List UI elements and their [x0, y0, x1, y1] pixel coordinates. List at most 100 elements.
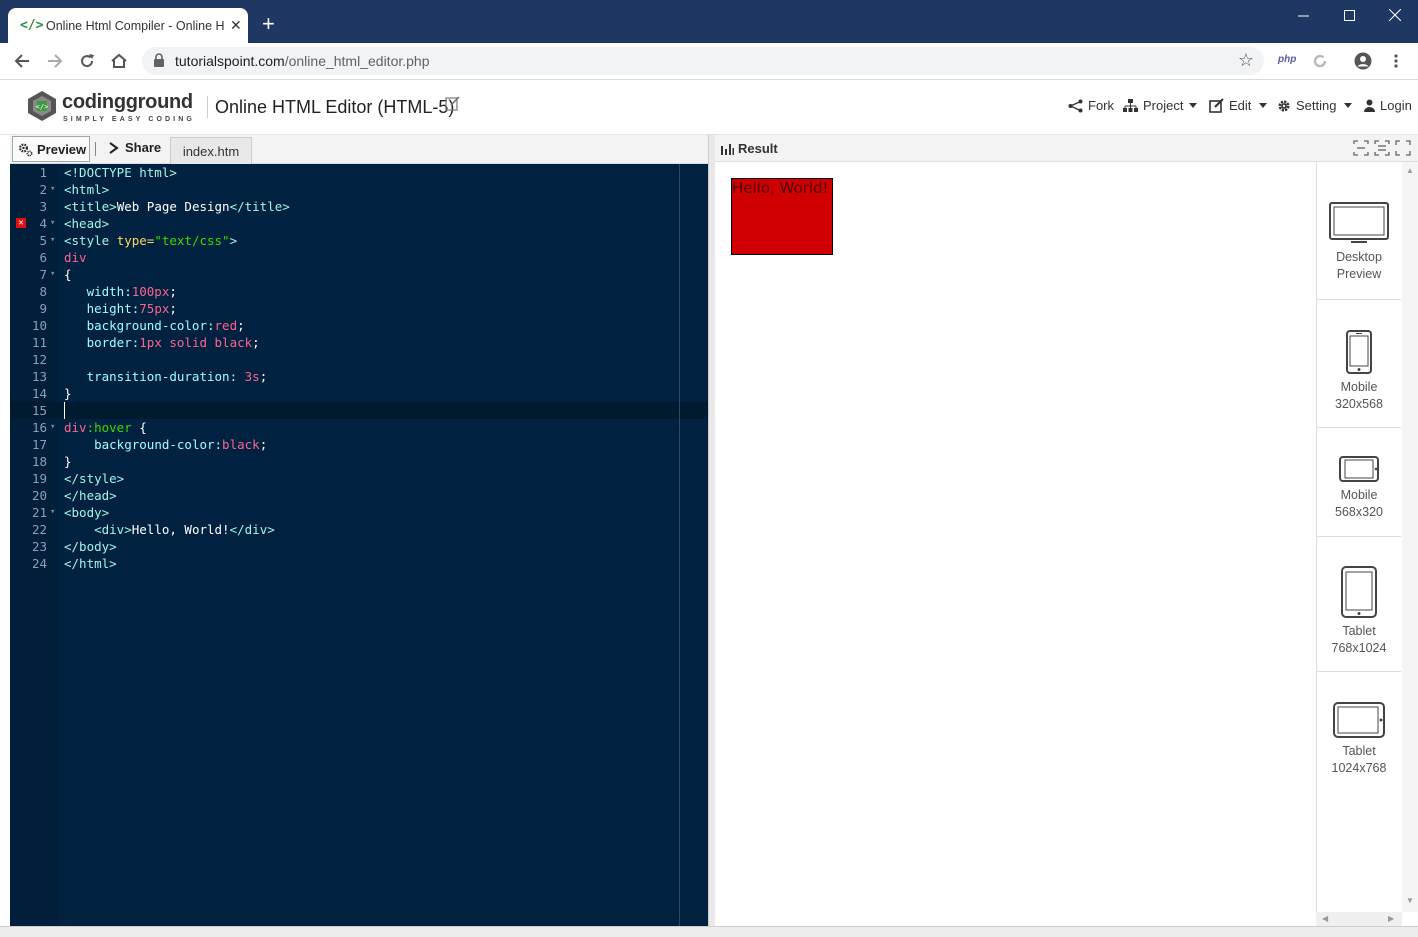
code-line: <body> [10, 504, 708, 521]
code-token: </title> [229, 199, 290, 214]
back-arrow-icon[interactable] [10, 49, 34, 73]
device-sublabel: Preview [1336, 267, 1382, 281]
preview-label: Preview [37, 141, 87, 157]
edit-label: Edit [1229, 98, 1252, 113]
fork-button[interactable]: Fork [1068, 98, 1114, 113]
window-bottom-edge [0, 926, 1418, 937]
code-token: ; [252, 335, 260, 350]
code-line: </style> [10, 470, 708, 487]
close-window-icon[interactable] [1372, 0, 1418, 30]
edit-title-icon[interactable] [445, 95, 461, 111]
device-mobile-portrait[interactable]: Mobile 320x568 [1317, 330, 1401, 413]
vertical-scrollbar[interactable]: ▲ ▼ [1402, 162, 1418, 912]
bookmark-star-icon[interactable]: ☆ [1238, 50, 1254, 71]
caret-down-icon [1344, 103, 1353, 108]
file-tab-index[interactable]: index.htm [170, 137, 252, 164]
code-line: <title>Web Page Design</title> [10, 198, 708, 215]
code-line: transition-duration: 3s; [10, 368, 708, 385]
browser-titlebar: </> Online Html Compiler - Online H ✕ + [0, 0, 1418, 43]
code-token: <title> [64, 199, 117, 214]
minimize-icon[interactable] [1280, 0, 1326, 30]
maximize-icon[interactable] [1326, 0, 1372, 30]
login-button[interactable]: Login [1364, 98, 1412, 113]
device-mobile-landscape[interactable]: Mobile 568x320 [1317, 456, 1401, 521]
horizontal-scrollbar[interactable]: ◀ ▶ [1316, 912, 1402, 926]
browser-menu-icon[interactable] [1384, 49, 1408, 73]
code-line: border:1px solid black; [10, 334, 708, 351]
device-tablet-portrait[interactable]: Tablet 768x1024 [1317, 566, 1401, 657]
url-input[interactable]: tutorialspoint.com/online_html_editor.ph… [142, 47, 1264, 75]
code-line: div:hover { [10, 419, 708, 436]
code-token: border: [86, 335, 140, 350]
code-favicon-icon: </> [20, 18, 44, 33]
collapse-vertical-icon[interactable] [1374, 140, 1390, 156]
collapse-horizontal-icon[interactable] [1353, 140, 1369, 156]
device-divider [1317, 427, 1401, 428]
code-token: ; [169, 284, 177, 299]
result-heading: Result [721, 141, 778, 156]
new-tab-icon[interactable]: + [262, 13, 275, 35]
code-token: ; [259, 369, 268, 384]
share-button[interactable]: Share [108, 140, 161, 155]
setting-menu[interactable]: Setting [1277, 98, 1353, 113]
code-token: red [214, 318, 238, 333]
code-token: </div> [229, 522, 275, 537]
code-token: <head> [64, 216, 110, 231]
device-label: Mobile [1340, 488, 1378, 502]
code-token: Hello, World! [131, 522, 230, 537]
code-token: 1px solid black [139, 335, 253, 350]
line-number: 12 [31, 352, 47, 367]
code-token: </head> [64, 488, 117, 503]
user-icon [1364, 99, 1375, 112]
forward-arrow-icon[interactable] [43, 49, 67, 73]
php-extension-icon[interactable]: php [1278, 54, 1296, 65]
code-token: { [131, 420, 147, 435]
device-sublabel: 1024x768 [1331, 761, 1387, 775]
device-sidebar: Desktop Preview Mobile 320x568 Mobile 56… [1316, 162, 1403, 912]
home-icon[interactable] [107, 49, 131, 73]
edit-menu[interactable]: Edit [1209, 98, 1268, 113]
scroll-right-arrow-icon[interactable]: ▶ [1388, 914, 1394, 923]
url-text: tutorialspoint.com/online_html_editor.ph… [175, 53, 430, 69]
code-token: } [64, 454, 72, 469]
code-token: <!DOCTYPE html> [64, 165, 177, 180]
code-token: ; [169, 301, 177, 316]
extension-refresh-icon[interactable] [1308, 49, 1332, 73]
scroll-down-arrow-icon[interactable]: ▼ [1406, 896, 1414, 905]
project-label: Project [1143, 98, 1184, 113]
logo-cube-icon: </> [28, 91, 56, 121]
device-tablet-landscape[interactable]: Tablet 1024x768 [1317, 702, 1401, 777]
device-label: Tablet [1342, 624, 1376, 638]
caret-down-icon [1189, 103, 1198, 108]
code-token: 3s [244, 369, 260, 384]
code-line: <html> [10, 181, 708, 198]
code-token: height: [86, 301, 140, 316]
code-token: 100px [131, 284, 170, 299]
code-line: <style type="text/css"> [10, 232, 708, 249]
device-label: Desktop [1336, 250, 1382, 264]
caret-down-icon [1259, 103, 1268, 108]
hello-world-box[interactable]: Hello, World! [731, 178, 833, 255]
gutter-row: 12 [10, 351, 708, 368]
code-token: "text/css" [154, 233, 230, 248]
code-token: > [229, 233, 238, 248]
url-path: /online_html_editor.php [284, 53, 430, 69]
fullscreen-icon[interactable] [1395, 140, 1411, 156]
code-token: black [222, 437, 260, 452]
preview-button[interactable]: Preview [12, 136, 90, 162]
tab-close-icon[interactable]: ✕ [230, 17, 242, 34]
code-line: background-color:black; [10, 436, 708, 453]
scroll-up-arrow-icon[interactable]: ▲ [1406, 166, 1414, 175]
result-preview[interactable]: Hello, World! [715, 162, 1316, 926]
codingground-logo[interactable]: </> codingground SIMPLY EASY CODING [26, 88, 196, 128]
project-menu[interactable]: Project [1123, 98, 1198, 113]
reload-icon[interactable] [75, 49, 99, 73]
profile-avatar-icon[interactable] [1351, 49, 1375, 73]
code-token: Web Page Design [116, 199, 230, 214]
device-desktop-preview[interactable]: Desktop Preview [1317, 202, 1401, 283]
scroll-left-arrow-icon[interactable]: ◀ [1322, 914, 1328, 923]
code-token: </body> [64, 539, 117, 554]
browser-tab[interactable]: </> Online Html Compiler - Online H ✕ [8, 8, 248, 43]
code-line: height:75px; [10, 300, 708, 317]
code-editor[interactable]: 1 2 ▾ 3 4 ▾ ✕ 5 ▾ 6 7 ▾ 8 9 10 11 12 13 14 15 16 ▾ 17 18 19 20 21 ▾… [10, 164, 708, 926]
